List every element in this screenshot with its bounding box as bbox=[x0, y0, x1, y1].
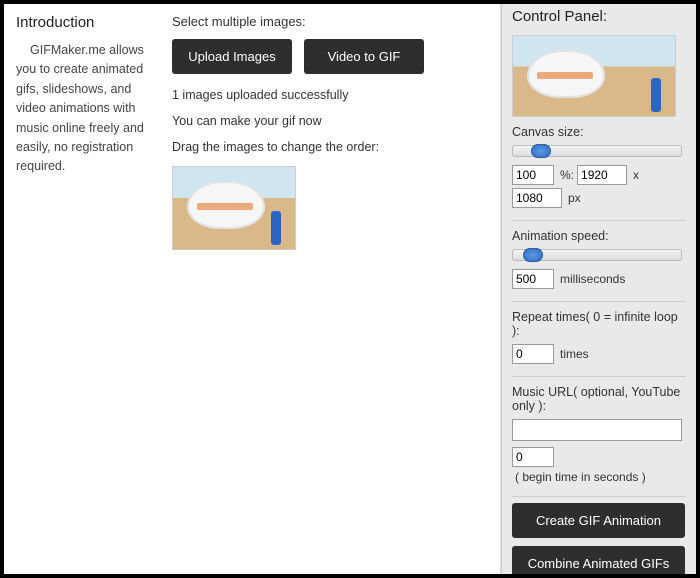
canvas-size-label: Canvas size: bbox=[512, 125, 686, 139]
introduction-text: GIFMaker.me allows you to create animate… bbox=[16, 41, 156, 177]
main-column: Select multiple images: Upload Images Vi… bbox=[164, 4, 501, 574]
animation-speed-slider[interactable] bbox=[512, 249, 682, 261]
canvas-size-section: Canvas size: %: x px bbox=[512, 117, 686, 221]
canvas-width-input[interactable] bbox=[577, 165, 627, 185]
milliseconds-unit: milliseconds bbox=[560, 272, 625, 286]
animation-speed-label: Animation speed: bbox=[512, 229, 686, 243]
upload-button-row: Upload Images Video to GIF bbox=[172, 39, 486, 74]
x-separator: x bbox=[633, 168, 639, 182]
canvas-height-input[interactable] bbox=[512, 188, 562, 208]
preview-thumbnail bbox=[512, 35, 676, 117]
px-unit: px bbox=[568, 191, 581, 205]
canvas-percent-input[interactable] bbox=[512, 165, 554, 185]
upload-success-message: 1 images uploaded successfully bbox=[172, 88, 486, 102]
repeat-times-label: Repeat times( 0 = infinite loop ): bbox=[512, 310, 686, 338]
select-images-label: Select multiple images: bbox=[172, 14, 486, 29]
action-buttons: Create GIF Animation Combine Animated GI… bbox=[512, 503, 686, 574]
percent-unit: %: bbox=[560, 168, 574, 182]
uploaded-image-thumbnail[interactable] bbox=[172, 166, 296, 250]
animation-speed-section: Animation speed: milliseconds bbox=[512, 221, 686, 302]
repeat-times-section: Repeat times( 0 = infinite loop ): times bbox=[512, 302, 686, 377]
music-url-section: Music URL( optional, YouTube only ): ( b… bbox=[512, 377, 686, 497]
control-panel-heading: Control Panel: bbox=[512, 8, 686, 25]
make-gif-message: You can make your gif now bbox=[172, 114, 486, 128]
canvas-size-slider[interactable] bbox=[512, 145, 682, 157]
music-url-input[interactable] bbox=[512, 419, 682, 441]
video-to-gif-button[interactable]: Video to GIF bbox=[304, 39, 424, 74]
animation-speed-input[interactable] bbox=[512, 269, 554, 289]
music-url-label: Music URL( optional, YouTube only ): bbox=[512, 385, 686, 413]
upload-images-button[interactable]: Upload Images bbox=[172, 39, 292, 74]
music-begin-time-input[interactable] bbox=[512, 447, 554, 467]
begin-time-unit: ( begin time in seconds ) bbox=[515, 470, 646, 484]
figure-icon bbox=[271, 211, 281, 245]
figure-icon bbox=[651, 78, 661, 112]
slider-knob[interactable] bbox=[523, 248, 543, 262]
times-unit: times bbox=[560, 347, 589, 361]
drag-order-message: Drag the images to change the order: bbox=[172, 140, 486, 154]
combine-gifs-button[interactable]: Combine Animated GIFs bbox=[512, 546, 685, 574]
create-gif-button[interactable]: Create GIF Animation bbox=[512, 503, 685, 538]
slider-knob[interactable] bbox=[531, 144, 551, 158]
cloud-icon bbox=[527, 50, 605, 98]
introduction-heading: Introduction bbox=[16, 14, 156, 31]
control-panel: Control Panel: Canvas size: %: x px Anim… bbox=[501, 4, 696, 574]
introduction-column: Introduction GIFMaker.me allows you to c… bbox=[4, 4, 164, 574]
cloud-icon bbox=[187, 181, 265, 229]
repeat-times-input[interactable] bbox=[512, 344, 554, 364]
